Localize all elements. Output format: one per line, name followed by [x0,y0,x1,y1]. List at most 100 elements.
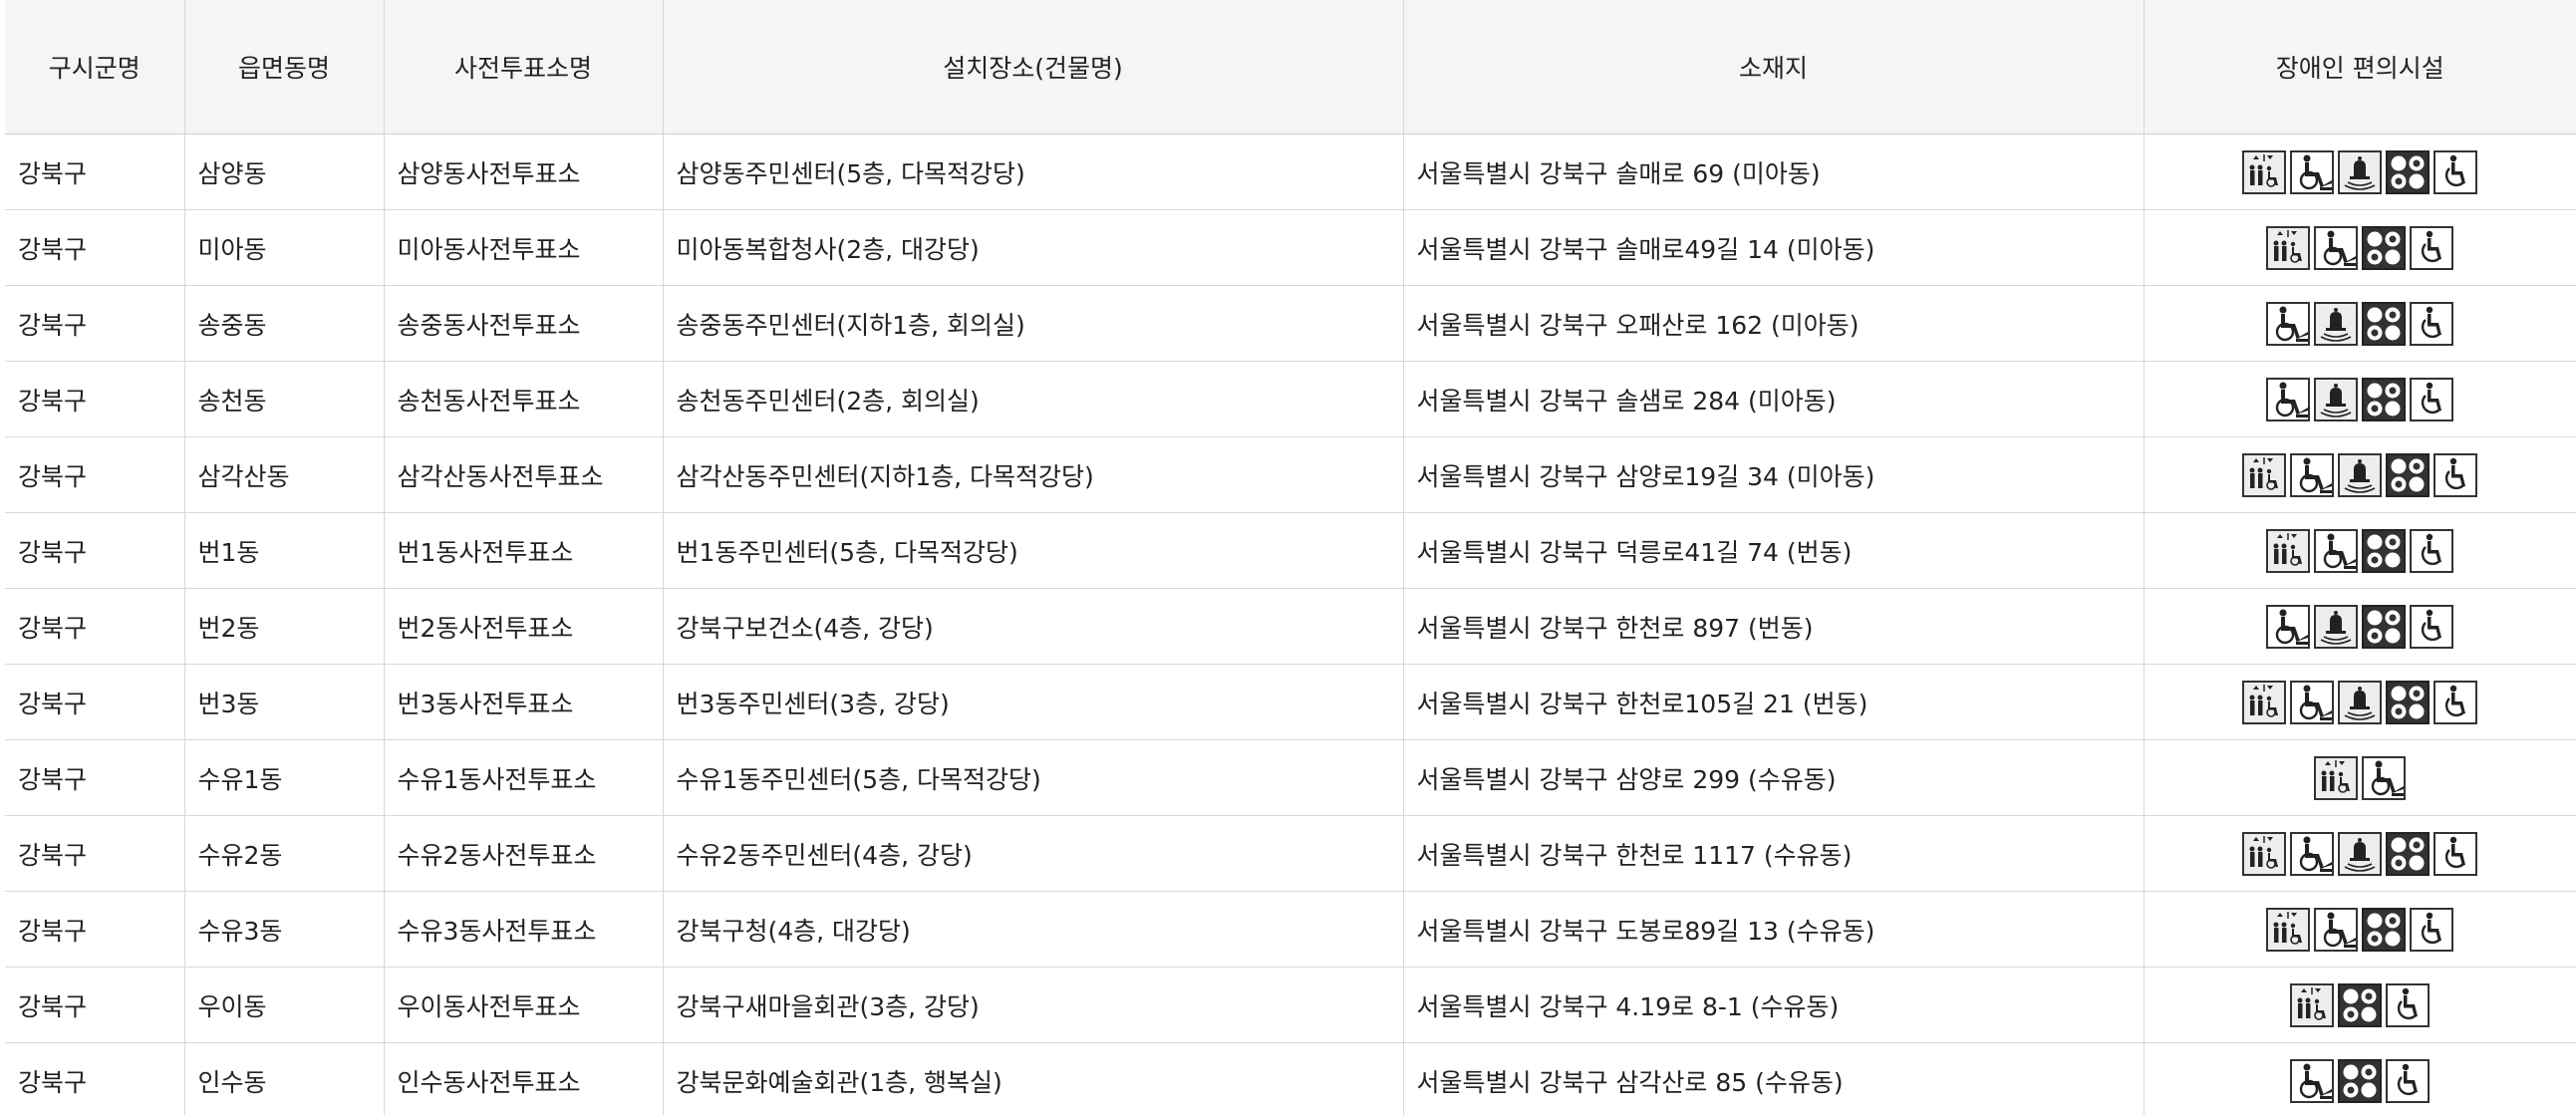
accessible-icon [2410,225,2454,270]
table-row: 강북구 삼각산동 삼각산동사전투표소 삼각산동주민센터(지하1층, 다목적강당) 서울특… [5,436,2576,513]
wheelchair-icon [2362,755,2407,800]
accessible-icon [2410,528,2454,573]
cell-place: 번1동주민센터(5층, 다목적강당) [663,512,1404,589]
table-row: 강북구 수유2동 수유2동사전투표소 수유2동주민센터(4층, 강당) 서울특별시 강북… [5,815,2576,892]
cell-place: 번3동주민센터(3층, 강당) [663,664,1404,740]
table-body: 강북구 삼양동 삼양동사전투표소 삼양동주민센터(5층, 다목적강당) 서울특별시 강북… [5,134,2576,1115]
elevator-icon [2266,528,2311,573]
cell-place: 수유1동주민센터(5층, 다목적강당) [663,739,1404,816]
cell-dong: 수유1동 [184,739,385,816]
braille-icon [2386,680,2431,724]
cell-station: 미아동사전투표소 [384,209,664,286]
table-row: 강북구 미아동 미아동사전투표소 미아동복합청사(2층, 대강당) 서울특별시 강북구 … [5,209,2576,286]
accessible-icon [2410,604,2454,649]
cell-dong: 수유3동 [184,891,385,968]
wheelchair-icon [2290,680,2335,724]
cell-dong: 우이동 [184,967,385,1043]
cell-station: 삼각산동사전투표소 [384,436,664,513]
wheelchair-icon [2266,604,2311,649]
elevator-icon [2242,452,2287,497]
cell-station: 삼양동사전투표소 [384,134,664,210]
table-row: 강북구 수유3동 수유3동사전투표소 강북구청(4층, 대강당) 서울특별시 강북구 도… [5,891,2576,968]
cell-station: 우이동사전투표소 [384,967,664,1043]
cell-facilities [2144,588,2576,665]
cell-address: 서울특별시 강북구 삼각산로 85 (수유동) [1403,1042,2145,1115]
cell-facilities [2144,209,2576,286]
table-row: 강북구 번3동 번3동사전투표소 번3동주민센터(3층, 강당) 서울특별시 강북구 한… [5,664,2576,740]
cell-station: 번1동사전투표소 [384,512,664,589]
bell-icon [2338,149,2383,194]
table-row: 강북구 우이동 우이동사전투표소 강북구새마을회관(3층, 강당) 서울특별시 강북구 … [5,967,2576,1043]
header-facilities: 장애인 편의시설 [2144,0,2576,135]
cell-address: 서울특별시 강북구 솔매로49길 14 (미아동) [1403,209,2145,286]
bell-icon [2338,680,2383,724]
cell-address: 서울특별시 강북구 삼양로 299 (수유동) [1403,739,2145,816]
cell-facilities [2144,285,2576,362]
table-row: 강북구 번2동 번2동사전투표소 강북구보건소(4층, 강당) 서울특별시 강북구 한천… [5,588,2576,665]
header-address: 소재지 [1403,0,2145,135]
cell-dong: 삼양동 [184,134,385,210]
cell-dong: 번2동 [184,588,385,665]
cell-facilities [2144,512,2576,589]
accessible-icon [2386,982,2431,1027]
cell-facilities [2144,361,2576,437]
cell-address: 서울특별시 강북구 4.19로 8-1 (수유동) [1403,967,2145,1043]
cell-sigungu: 강북구 [5,134,185,210]
cell-dong: 삼각산동 [184,436,385,513]
header-sigungu: 구시군명 [5,0,185,135]
wheelchair-icon [2314,907,2359,952]
cell-dong: 송중동 [184,285,385,362]
cell-sigungu: 강북구 [5,361,185,437]
cell-dong: 번1동 [184,512,385,589]
braille-icon [2338,1058,2383,1103]
cell-place: 수유2동주민센터(4층, 강당) [663,815,1404,892]
braille-icon [2362,377,2407,421]
cell-place: 송천동주민센터(2층, 회의실) [663,361,1404,437]
cell-address: 서울특별시 강북구 솔샘로 284 (미아동) [1403,361,2145,437]
braille-icon [2338,982,2383,1027]
accessible-icon [2433,149,2478,194]
cell-sigungu: 강북구 [5,815,185,892]
cell-place: 강북구새마을회관(3층, 강당) [663,967,1404,1043]
polling-station-table: 구시군명 읍면동명 사전투표소명 설치장소(건물명) 소재지 장애인 편의시설 … [5,0,2576,1115]
braille-icon [2362,604,2407,649]
wheelchair-icon [2290,831,2335,876]
accessible-icon [2386,1058,2431,1103]
accessible-icon [2433,452,2478,497]
cell-place: 송중동주민센터(지하1층, 회의실) [663,285,1404,362]
braille-icon [2362,225,2407,270]
table-row: 강북구 번1동 번1동사전투표소 번1동주민센터(5층, 다목적강당) 서울특별시 강북… [5,512,2576,589]
bell-icon [2314,604,2359,649]
cell-facilities [2144,967,2576,1043]
cell-facilities [2144,891,2576,968]
cell-address: 서울특별시 강북구 솔매로 69 (미아동) [1403,134,2145,210]
header-dong: 읍면동명 [184,0,385,135]
cell-sigungu: 강북구 [5,436,185,513]
cell-facilities [2144,739,2576,816]
cell-station: 송중동사전투표소 [384,285,664,362]
cell-station: 수유1동사전투표소 [384,739,664,816]
cell-sigungu: 강북구 [5,891,185,968]
cell-place: 강북구보건소(4층, 강당) [663,588,1404,665]
accessible-icon [2410,377,2454,421]
wheelchair-icon [2290,1058,2335,1103]
wheelchair-icon [2314,225,2359,270]
wheelchair-icon [2314,528,2359,573]
elevator-icon [2266,907,2311,952]
braille-icon [2362,528,2407,573]
elevator-icon [2266,225,2311,270]
cell-station: 송천동사전투표소 [384,361,664,437]
cell-sigungu: 강북구 [5,209,185,286]
table-row: 강북구 삼양동 삼양동사전투표소 삼양동주민센터(5층, 다목적강당) 서울특별시 강북… [5,134,2576,210]
cell-address: 서울특별시 강북구 한천로 897 (번동) [1403,588,2145,665]
wheelchair-icon [2290,149,2335,194]
cell-dong: 송천동 [184,361,385,437]
elevator-icon [2242,680,2287,724]
elevator-icon [2314,755,2359,800]
bell-icon [2338,831,2383,876]
cell-station: 번3동사전투표소 [384,664,664,740]
cell-sigungu: 강북구 [5,285,185,362]
cell-sigungu: 강북구 [5,512,185,589]
cell-sigungu: 강북구 [5,967,185,1043]
cell-dong: 미아동 [184,209,385,286]
